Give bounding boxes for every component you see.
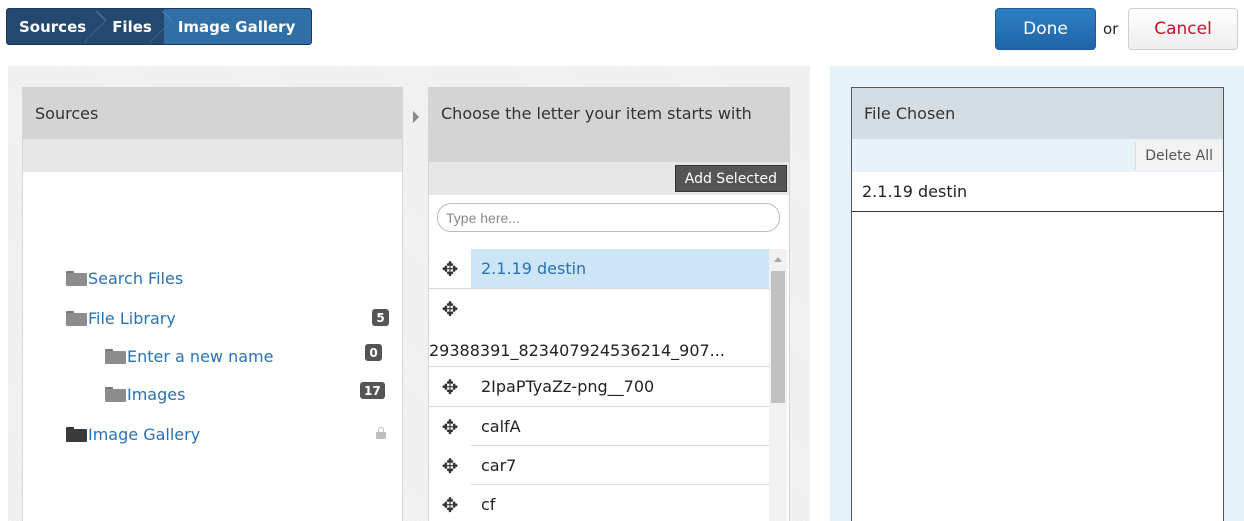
tree-item-label[interactable]: File Library [88,309,176,328]
done-button[interactable]: Done [995,8,1096,50]
search-wrap [429,195,789,235]
breadcrumb-item-sources[interactable]: Sources [7,9,98,44]
folder-open-icon [66,426,87,442]
tree-item-image-gallery[interactable]: Image Gallery [66,422,200,446]
tree-item-label[interactable]: Image Gallery [88,425,200,444]
list-item[interactable]: ✥ 29388391_823407924536214_907... [429,289,769,367]
move-handle-icon[interactable]: ✥ [429,367,471,406]
list-item[interactable]: ✥ 2IpaPTyaZz-png__700 [429,367,769,407]
list-item[interactable]: ✥ 2.1.19 destin [429,249,769,289]
list-item-name[interactable]: 2IpaPTyaZz-png__700 [481,367,654,406]
item-list: ✥ 2.1.19 destin ✥ 29388391_8234079245362… [429,249,769,521]
list-item[interactable]: ✥ calfA [429,407,769,446]
list-item-name[interactable]: cf [481,485,495,521]
list-item[interactable]: ✥ cf [429,485,769,521]
item-list-title: Choose the letter your item starts with [429,87,789,162]
folder-icon [66,270,87,286]
tree-item-label[interactable]: Images [127,385,185,404]
delete-all-button[interactable]: Delete All [1135,142,1222,170]
scroll-up-arrow-icon[interactable] [774,257,782,262]
folder-icon [66,310,87,326]
add-selected-button[interactable]: Add Selected [674,165,787,192]
count-badge: 5 [372,309,389,326]
search-input[interactable] [437,203,780,232]
lock-icon [376,427,386,439]
list-item[interactable]: ✥ car7 [429,446,769,485]
tree-item-images[interactable]: Images [105,382,185,406]
move-handle-icon[interactable]: ✥ [429,446,471,485]
scrollbar-thumb[interactable] [771,271,785,403]
tree-item-file-library[interactable]: File Library [66,306,176,330]
top-bar: Sources Files Image Gallery Done or Canc… [0,0,1244,62]
tree-item-enter-a-new-name[interactable]: Enter a new name [105,344,273,368]
list-item-name[interactable]: 29388391_823407924536214_907... [429,331,725,370]
tree-item-label[interactable]: Enter a new name [127,347,273,366]
list-item-name[interactable]: calfA [481,407,521,446]
breadcrumb-item-image-gallery[interactable]: Image Gallery [163,9,312,44]
file-chosen-toolbar: Delete All [852,139,1223,172]
count-badge: 0 [365,344,382,361]
sources-panel: Sources Search Files File Library 5 Ente… [22,87,403,521]
folder-icon [105,386,126,402]
folder-icon [105,348,126,364]
tree-item-label[interactable]: Search Files [88,269,183,288]
item-list-toolbar: Add Selected [429,162,789,195]
move-handle-icon[interactable]: ✥ [429,249,471,288]
file-chosen-panel: File Chosen Delete All 2.1.19 destin [851,87,1224,521]
file-chosen-title: File Chosen [852,88,1223,139]
list-scrollbar[interactable] [769,249,787,521]
list-item-name[interactable]: 2.1.19 destin [481,249,586,288]
cancel-button[interactable]: Cancel [1128,8,1238,50]
tree-item-search-files[interactable]: Search Files [66,266,183,290]
or-separator-text: or [1103,20,1119,38]
sources-panel-subheader [23,139,402,172]
item-list-panel: Choose the letter your item starts with … [428,87,790,521]
count-badge: 17 [360,382,385,399]
move-handle-icon[interactable]: ✥ [429,289,471,328]
caret-right-icon[interactable] [413,111,419,123]
chosen-list-item[interactable]: 2.1.19 destin [852,172,1223,212]
sources-panel-title: Sources [23,87,402,139]
move-handle-icon[interactable]: ✥ [429,407,471,446]
list-item-name[interactable]: car7 [481,446,516,485]
breadcrumb: Sources Files Image Gallery [6,8,313,45]
move-handle-icon[interactable]: ✥ [429,485,471,521]
breadcrumb-item-files[interactable]: Files [98,9,164,44]
